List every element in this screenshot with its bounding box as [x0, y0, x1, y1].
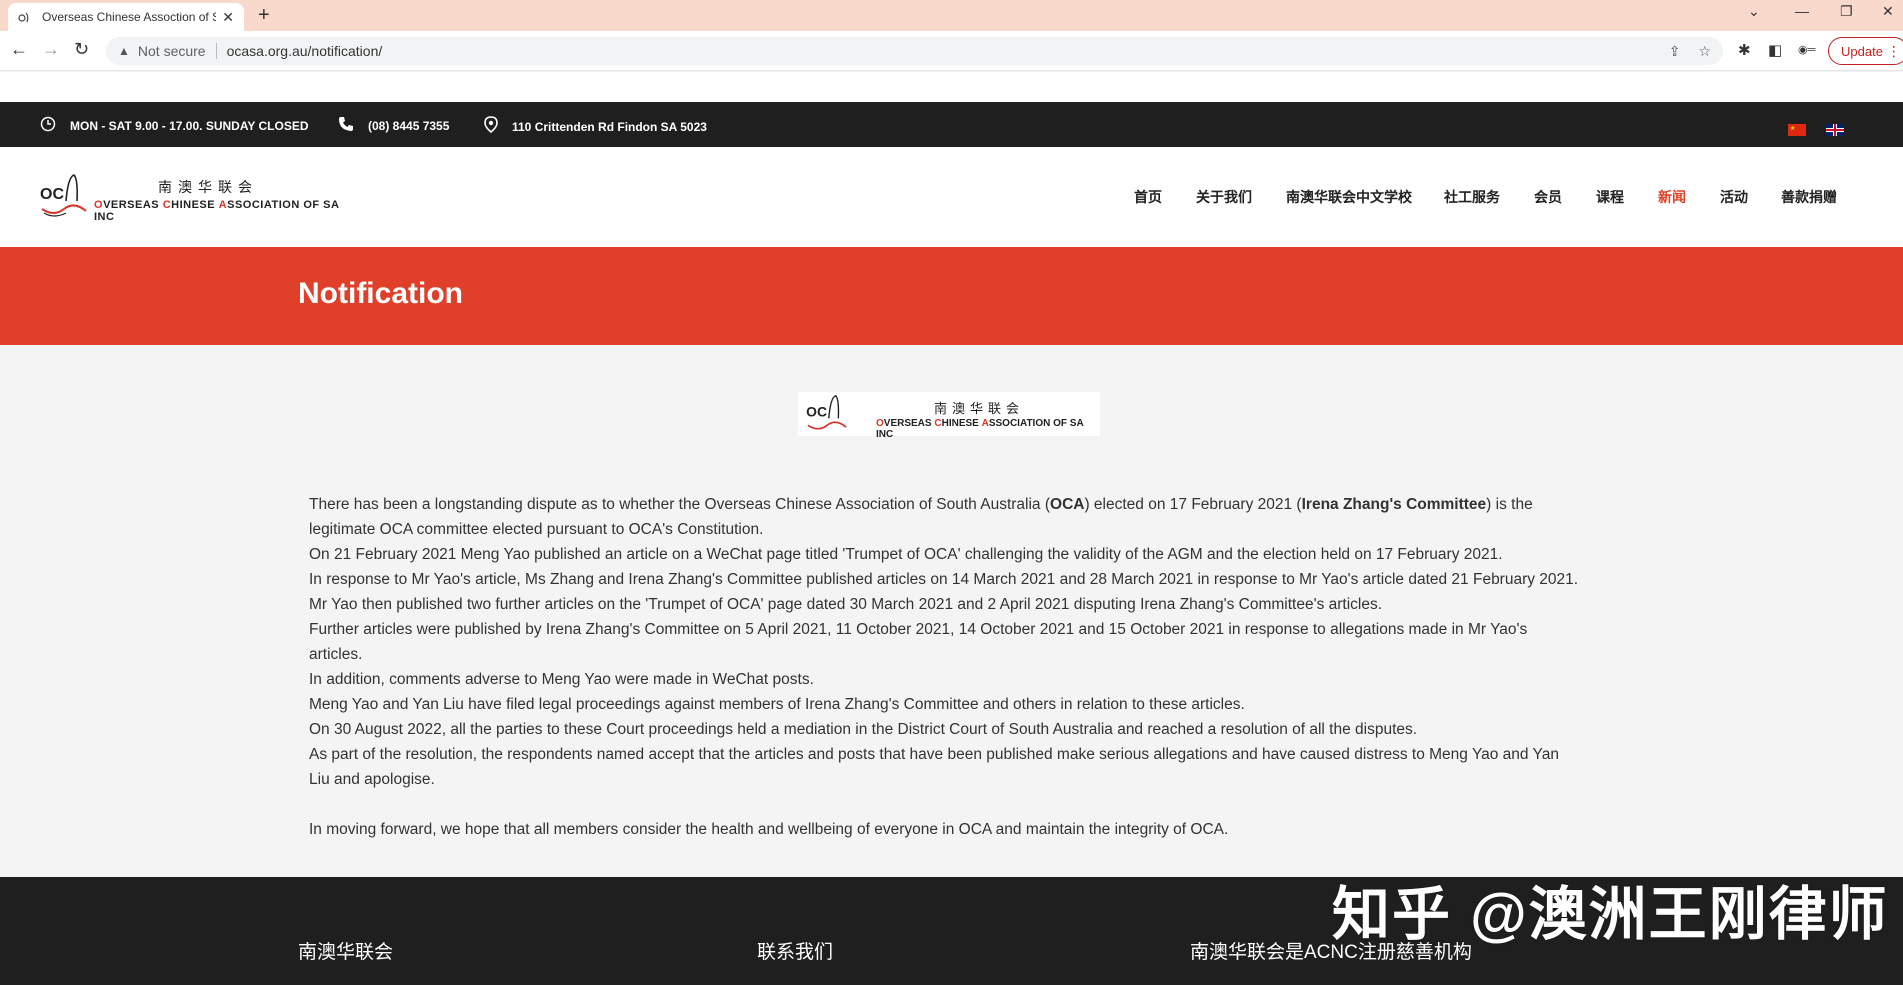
nav-item-donate[interactable]: 善款捐赠: [1781, 187, 1837, 207]
page-title: Notification: [298, 277, 463, 310]
side-panel-icon[interactable]: ◧: [1768, 41, 1782, 59]
article-paragraph: Further articles were published by Irena…: [309, 621, 1528, 663]
nav-item-home[interactable]: 首页: [1134, 187, 1162, 207]
nav-item-courses[interactable]: 课程: [1596, 187, 1624, 207]
phone-item: (08) 8445 7355: [338, 116, 449, 136]
phone-text[interactable]: (08) 8445 7355: [368, 119, 449, 133]
nav-item-members[interactable]: 会员: [1534, 187, 1562, 207]
article-paragraph: On 30 August 2022, all the parties to th…: [309, 721, 1418, 738]
logo-chinese-name: 南澳华联会: [158, 180, 258, 196]
minimize-icon[interactable]: —: [1795, 3, 1809, 19]
reload-icon[interactable]: ↻: [74, 39, 89, 60]
browser-tab-strip: Overseas Chinese Assoction of Sa ✕ + ⌄ —…: [0, 0, 1903, 31]
restore-icon[interactable]: ❐: [1840, 3, 1853, 20]
site-header: OC 南澳华联会 OVERSEAS CHINESE ASSOCIATION OF…: [0, 147, 1903, 247]
browser-tab[interactable]: Overseas Chinese Assoction of Sa ✕: [8, 3, 244, 31]
profile-icon[interactable]: ◉═: [1798, 43, 1815, 56]
share-icon[interactable]: ⇪: [1669, 43, 1681, 60]
site-logo[interactable]: OC 南澳华联会 OVERSEAS CHINESE ASSOCIATION OF…: [40, 173, 350, 223]
close-window-icon[interactable]: ✕: [1882, 3, 1894, 20]
article-logo-chinese-name: 南澳华联会: [934, 402, 1025, 417]
article-paragraph: In moving forward, we hope that all memb…: [309, 821, 1229, 838]
top-spacer: [0, 72, 1903, 102]
site-favicon-icon: [18, 10, 32, 24]
website: MON - SAT 9.00 - 17.00. SUNDAY CLOSED (0…: [0, 72, 1903, 985]
article-body: There has been a longstanding dispute as…: [309, 492, 1579, 842]
chinese-flag-icon[interactable]: ★: [1788, 124, 1806, 136]
phone-icon: [338, 116, 354, 136]
address-item: 110 Crittenden Rd Findon SA 5023: [484, 116, 707, 137]
hours-item: MON - SAT 9.00 - 17.00. SUNDAY CLOSED: [40, 116, 309, 136]
article-paragraph: On 21 February 2021 Meng Yao published a…: [309, 546, 1503, 563]
article-paragraph: In response to Mr Yao's article, Ms Zhan…: [309, 571, 1579, 588]
svg-text:OC: OC: [40, 186, 64, 203]
footer-heading-contact: 联系我们: [757, 942, 834, 963]
article-paragraph: In addition, comments adverse to Meng Ya…: [309, 671, 814, 688]
oca-logo-mark-icon: OC: [806, 394, 847, 430]
logo-english-name: OVERSEAS CHINESE ASSOCIATION OF SA INC: [94, 199, 340, 223]
extensions-icon[interactable]: ✱: [1738, 41, 1751, 59]
location-pin-icon: [484, 116, 498, 137]
uk-flag-icon[interactable]: [1826, 124, 1844, 136]
not-secure-label[interactable]: Not secure: [138, 43, 217, 59]
page-title-banner: Notification: [0, 247, 1903, 345]
address-text: 110 Crittenden Rd Findon SA 5023: [512, 119, 707, 134]
oca-logo-mark-icon: OC: [40, 174, 87, 217]
tab-title: Overseas Chinese Assoction of Sa: [42, 10, 217, 24]
nav-item-news[interactable]: 新闻: [1658, 187, 1686, 207]
svg-text:OC: OC: [806, 404, 827, 420]
article-paragraph: As part of the resolution, the responden…: [309, 746, 1559, 788]
back-icon[interactable]: ←: [10, 39, 28, 60]
address-bar[interactable]: ▲ Not secure ocasa.org.au/notification/ …: [106, 37, 1723, 65]
bookmark-star-icon[interactable]: ☆: [1698, 43, 1711, 60]
clock-icon: [40, 116, 56, 136]
new-tab-button[interactable]: +: [258, 4, 270, 27]
hours-text: MON - SAT 9.00 - 17.00. SUNDAY CLOSED: [70, 119, 309, 133]
update-button[interactable]: Update ⋮: [1828, 37, 1903, 65]
article-paragraph: Mr Yao then published two further articl…: [309, 596, 1383, 613]
nav-item-chinese-school[interactable]: 南澳华联会中文学校: [1286, 187, 1412, 207]
footer-heading-oca: 南澳华联会: [298, 942, 394, 963]
zhihu-watermark: 知乎 @澳洲王刚律师: [1332, 882, 1889, 947]
warning-icon[interactable]: ▲: [118, 44, 130, 58]
article-logo-image: OC 南澳华联会 OVERSEAS CHINESE ASSOCIATION OF…: [798, 392, 1100, 440]
nav-item-social-services[interactable]: 社工服务: [1444, 187, 1500, 207]
menu-dots-icon[interactable]: ⋮: [1887, 43, 1901, 60]
article-logo-english-name: OVERSEAS CHINESE ASSOCIATION OF SA INC: [876, 418, 1084, 440]
article-paragraph: There has been a longstanding dispute as…: [309, 496, 1533, 538]
forward-icon[interactable]: →: [42, 39, 60, 60]
nav-item-events[interactable]: 活动: [1720, 187, 1748, 207]
article-paragraph: Meng Yao and Yan Liu have filed legal pr…: [309, 696, 1245, 713]
browser-toolbar: ← → ↻ ▲ Not secure ocasa.org.au/notifica…: [0, 31, 1903, 71]
update-label: Update: [1841, 43, 1883, 59]
tab-search-icon[interactable]: ⌄: [1748, 3, 1760, 20]
url-text[interactable]: ocasa.org.au/notification/: [227, 43, 1651, 59]
nav-item-about[interactable]: 关于我们: [1196, 187, 1252, 207]
close-tab-icon[interactable]: ✕: [222, 9, 234, 26]
info-bar: MON - SAT 9.00 - 17.00. SUNDAY CLOSED (0…: [0, 102, 1903, 147]
